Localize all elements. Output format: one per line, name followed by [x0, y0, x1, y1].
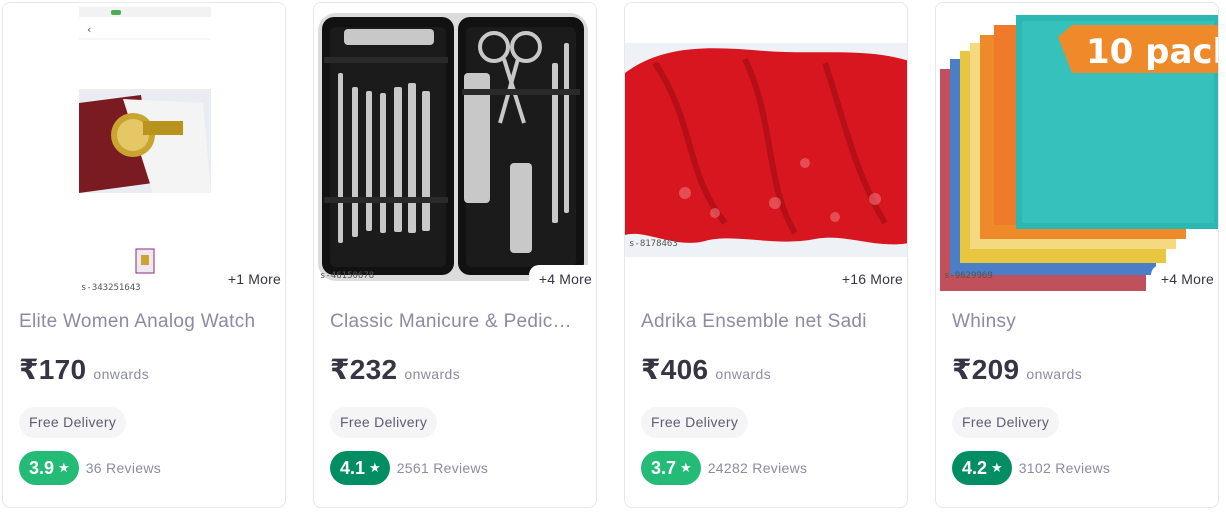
- free-delivery-badge: Free Delivery: [641, 407, 749, 438]
- price-onwards-label: onwards: [93, 366, 150, 382]
- product-price: ₹406: [641, 354, 709, 385]
- product-card-manicure-kit[interactable]: s-46150678 +4 More Classic Manicure & Pe…: [313, 2, 597, 508]
- rating-badge: 4.2 ★: [952, 451, 1012, 485]
- product-image[interactable]: s-8178463 +16 More: [625, 3, 907, 291]
- star-icon: ★: [991, 460, 1003, 475]
- star-icon: ★: [58, 460, 70, 475]
- pack-badge-text: 10 pack: [1086, 32, 1219, 72]
- rating-value: 3.7: [651, 457, 677, 478]
- star-icon: ★: [369, 460, 381, 475]
- product-price: ₹232: [330, 354, 398, 385]
- rating-row: 4.1 ★ 2561 Reviews: [330, 451, 488, 485]
- rating-badge: 3.7 ★: [641, 451, 701, 485]
- product-image[interactable]: s-46150678 +4 More: [314, 3, 596, 291]
- price-row: ₹406 onwards: [641, 353, 771, 386]
- product-title[interactable]: Classic Manicure & Pedicure Kit: [330, 311, 582, 333]
- product-title[interactable]: Adrika Ensemble net Sadi: [641, 311, 893, 333]
- rating-value: 3.9: [29, 457, 55, 478]
- more-variants-label: +4 More: [528, 265, 596, 291]
- price-onwards-label: onwards: [404, 366, 461, 382]
- rating-badge: 4.1 ★: [330, 451, 390, 485]
- sponge-cloth-pack-image: 10 pack: [940, 15, 1219, 291]
- product-sku: s-9629969: [944, 271, 993, 281]
- free-delivery-badge: Free Delivery: [330, 407, 438, 438]
- product-sku: s-46150678: [320, 271, 375, 281]
- product-sku: s-343251643: [81, 283, 141, 291]
- rating-badge: 3.9 ★: [19, 451, 79, 485]
- product-price: ₹209: [952, 354, 1020, 385]
- reviews-count: 36 Reviews: [85, 460, 162, 476]
- price-row: ₹170 onwards: [19, 353, 149, 386]
- more-variants-label: +1 More: [217, 265, 285, 291]
- product-card-saree[interactable]: s-8178463 +16 More Adrika Ensemble net S…: [624, 2, 908, 508]
- product-title[interactable]: Elite Women Analog Watch: [19, 311, 271, 333]
- reviews-count: 24282 Reviews: [707, 460, 808, 476]
- free-delivery-badge: Free Delivery: [19, 407, 127, 438]
- rating-value: 4.2: [962, 457, 988, 478]
- star-icon: ★: [680, 460, 692, 475]
- rating-value: 4.1: [340, 457, 366, 478]
- more-variants-label: +4 More: [1150, 265, 1218, 291]
- price-onwards-label: onwards: [1026, 366, 1083, 382]
- product-price: ₹170: [19, 354, 87, 385]
- manicure-kit-image: [318, 13, 588, 281]
- rating-row: 4.2 ★ 3102 Reviews: [952, 451, 1110, 485]
- rating-row: 3.9 ★ 36 Reviews: [19, 451, 161, 485]
- product-grid-row: ‹ s-343251643 +1 More Elite Women Analog…: [0, 0, 1226, 512]
- product-title[interactable]: Whinsy: [952, 311, 1204, 333]
- product-card-watch[interactable]: ‹ s-343251643 +1 More Elite Women Analog…: [2, 2, 286, 508]
- svg-text:‹: ‹: [87, 23, 91, 36]
- free-delivery-badge: Free Delivery: [952, 407, 1060, 438]
- watch-screenshot-image: ‹: [79, 3, 211, 291]
- product-image[interactable]: ‹ s-343251643 +1 More: [3, 3, 285, 291]
- reviews-count: 3102 Reviews: [1018, 460, 1111, 476]
- product-image[interactable]: 10 pack s-9629969 +4 More: [936, 3, 1219, 291]
- product-sku: s-8178463: [629, 239, 678, 249]
- price-onwards-label: onwards: [715, 366, 772, 382]
- price-row: ₹209 onwards: [952, 353, 1082, 386]
- product-card-sponge-cloths[interactable]: 10 pack s-9629969 +4 More Whinsy ₹209 on…: [935, 2, 1219, 508]
- reviews-count: 2561 Reviews: [396, 460, 489, 476]
- price-row: ₹232 onwards: [330, 353, 460, 386]
- more-variants-label: +16 More: [831, 265, 907, 291]
- rating-row: 3.7 ★ 24282 Reviews: [641, 451, 807, 485]
